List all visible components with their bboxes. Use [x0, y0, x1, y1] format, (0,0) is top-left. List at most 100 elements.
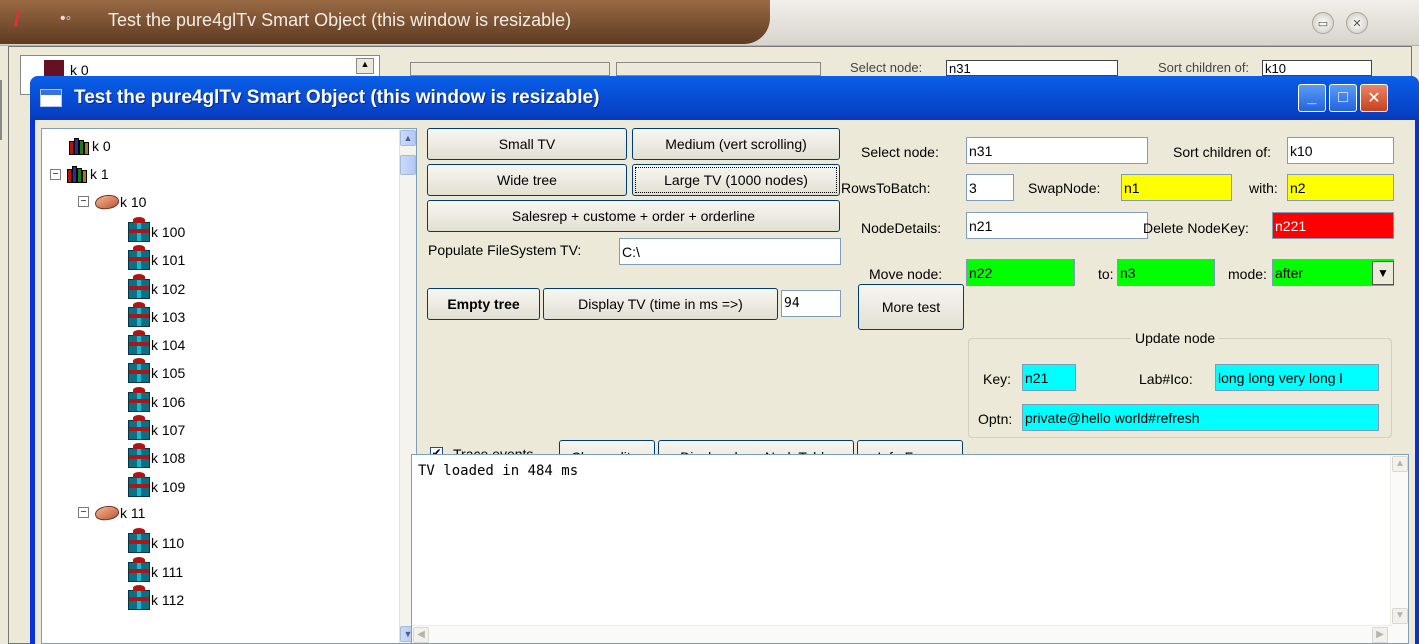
background-select-input: n31 [946, 60, 1118, 76]
editor-vscrollbar[interactable]: ▲ ▼ [1390, 455, 1408, 643]
tree-node[interactable]: k 110 [128, 528, 185, 554]
display-ms-input[interactable]: 94 [781, 290, 841, 317]
wide-tree-button[interactable]: Wide tree [427, 164, 627, 196]
close-icon[interactable]: ✕ [1346, 12, 1368, 34]
collapse-icon[interactable]: − [78, 196, 89, 208]
minimize-icon[interactable]: ▭ [1312, 12, 1334, 34]
labico-label: Lab#Ico: [1139, 371, 1193, 387]
large-tv-button[interactable]: Large TV (1000 nodes) [632, 164, 840, 196]
with-input[interactable]: n2 [1287, 174, 1394, 201]
tree-node[interactable]: k 112 [128, 584, 184, 610]
display-tv-button[interactable]: Display TV (time in ms =>) [543, 288, 778, 320]
background-edge [0, 80, 10, 140]
medium-button[interactable]: Medium (vert scrolling) [632, 128, 840, 160]
scroll-down-icon[interactable]: ▼ [1392, 608, 1408, 624]
maximize-button[interactable]: □ [1329, 84, 1357, 112]
rows-to-batch-label: RowsToBatch: [841, 180, 931, 196]
minimize-button[interactable]: _ [1298, 84, 1326, 112]
populate-input[interactable]: C:\ [619, 238, 841, 265]
scroll-left-icon[interactable]: ◀ [413, 627, 429, 643]
key-label: Key: [983, 371, 1012, 387]
tree-node-label: k 108 [151, 450, 186, 467]
tree-node[interactable]: k 108 [128, 443, 186, 469]
delete-nodekey-label: Delete NodeKey: [1143, 220, 1249, 236]
close-button[interactable]: ✕ [1360, 84, 1388, 112]
delete-nodekey-input[interactable]: n221 [1272, 212, 1394, 239]
gift-icon [128, 556, 150, 582]
menu-dots-icon[interactable]: •◦ [60, 10, 71, 28]
small-tv-button[interactable]: Small TV [427, 128, 627, 160]
scroll-up-icon[interactable]: ▲ [400, 130, 416, 146]
tree-node-label: k 10 [120, 193, 147, 210]
empty-tree-button[interactable]: Empty tree [427, 288, 540, 320]
tree-node[interactable]: k 111 [128, 556, 184, 582]
background-window-title: Test the pure4glTv Smart Object (this wi… [108, 10, 572, 30]
tree-node[interactable]: k 103 [128, 301, 185, 327]
editor-text: TV loaded in 484 ms [418, 463, 579, 479]
background-select-label: Select node: [850, 60, 923, 75]
tree-node-label: k 110 [151, 535, 185, 552]
scroll-up-icon[interactable]: ▲ [356, 58, 374, 74]
to-label: to: [1098, 266, 1114, 282]
chevron-down-icon[interactable]: ▼ [1372, 261, 1394, 285]
output-editor[interactable]: TV loaded in 484 ms ▲ ▼ ◀ ▶ [411, 454, 1409, 644]
tree-node[interactable]: k 102 [128, 273, 185, 299]
scroll-up-icon[interactable]: ▲ [1392, 456, 1408, 472]
move-node-label: Move node: [869, 266, 943, 282]
with-label: with: [1249, 180, 1278, 196]
tree-node[interactable]: k 0 [50, 137, 111, 155]
sort-children-input[interactable]: k10 [1287, 137, 1394, 164]
tree-node-label: k 111 [151, 563, 184, 580]
select-node-input[interactable]: n31 [966, 137, 1148, 164]
gift-icon [128, 273, 150, 299]
tree-node[interactable]: − k 10 [78, 192, 147, 211]
gift-icon [128, 301, 150, 327]
book-icon [94, 504, 120, 522]
gift-icon [128, 415, 150, 440]
books-icon [69, 137, 91, 155]
tree-node-label: k 11 [120, 504, 146, 521]
gift-icon [128, 584, 150, 610]
more-test-button[interactable]: More test [858, 284, 964, 330]
scroll-thumb[interactable] [400, 155, 416, 175]
tree-node[interactable]: − k 11 [78, 504, 146, 522]
key-input[interactable]: n21 [1022, 364, 1076, 391]
tree-node-label: k 0 [92, 138, 111, 154]
window-title: Test the pure4glTv Smart Object (this wi… [74, 87, 600, 108]
to-input[interactable]: n3 [1117, 259, 1215, 286]
salesrep-button[interactable]: Salesrep + custome + order + orderline [427, 200, 840, 232]
gift-icon [128, 216, 150, 242]
rows-to-batch-input[interactable]: 3 [966, 174, 1014, 201]
tree-node-label: k 104 [151, 337, 186, 354]
background-button [616, 62, 821, 76]
node-details-input[interactable]: n21 [966, 212, 1148, 239]
tree-node[interactable]: − k 1 [50, 165, 109, 184]
tree-node[interactable]: k 107 [128, 415, 185, 440]
background-button [410, 62, 610, 76]
tree-node[interactable]: k 100 [128, 216, 186, 242]
tree-node[interactable]: k 101 [128, 245, 185, 271]
gift-icon [128, 386, 150, 412]
books-icon [67, 165, 89, 184]
tree-node[interactable]: k 105 [128, 358, 186, 384]
populate-label: Populate FileSystem TV: [428, 242, 582, 258]
editor-hscrollbar[interactable]: ◀ ▶ [412, 625, 1392, 643]
window-titlebar[interactable]: Test the pure4glTv Smart Object (this wi… [30, 76, 1419, 120]
tree-node-label: k 1 [90, 166, 109, 183]
swap-node-input[interactable]: n1 [1121, 174, 1232, 201]
tree-node-label: k 100 [151, 223, 186, 240]
optn-input[interactable]: private@hello world#refresh [1022, 404, 1379, 431]
collapse-icon[interactable]: − [50, 168, 61, 180]
tree-node[interactable]: k 104 [128, 330, 186, 356]
tree-node[interactable]: k 109 [128, 471, 185, 497]
tree-view[interactable]: k 0 − k 1 − k 10 k 100 k 101 k 102 k 103 k 104 k 1… [41, 128, 417, 644]
move-node-input[interactable]: n22 [966, 259, 1075, 286]
tree-node-label: k 105 [151, 365, 186, 382]
gift-icon [128, 330, 150, 356]
pen-icon: / [14, 6, 21, 31]
mode-label: mode: [1228, 266, 1267, 282]
labico-input[interactable]: long long very long l [1215, 364, 1379, 391]
scroll-right-icon[interactable]: ▶ [1372, 627, 1388, 643]
tree-node[interactable]: k 106 [128, 386, 185, 412]
collapse-icon[interactable]: − [78, 507, 89, 519]
